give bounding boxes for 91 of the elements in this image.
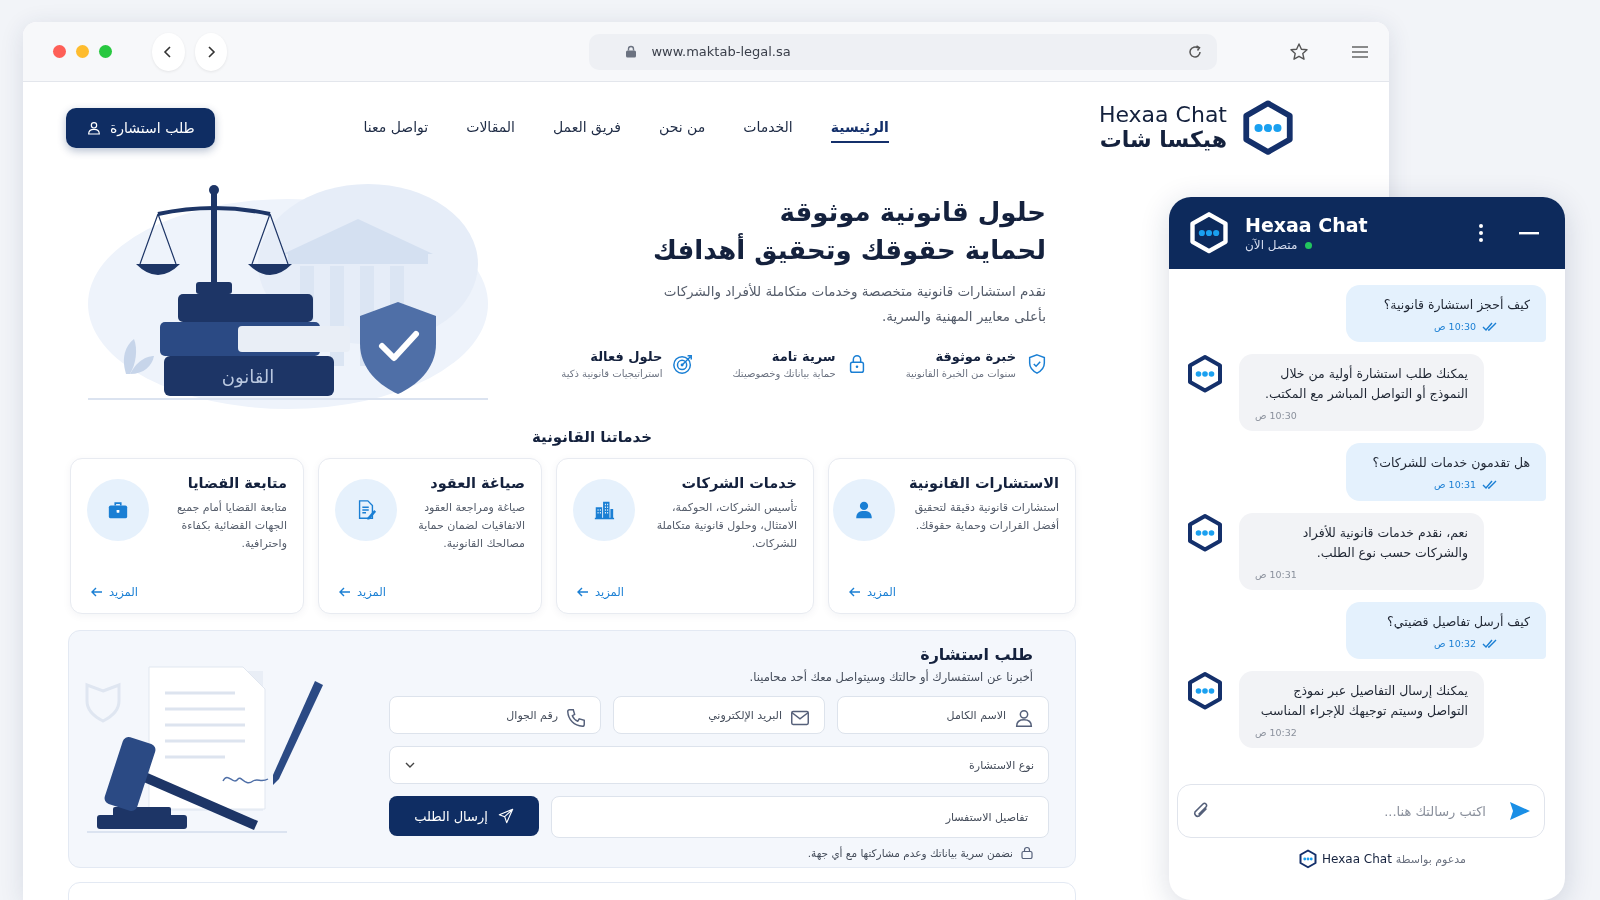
message-time: 10:30 ص (1434, 320, 1476, 334)
close-window-button[interactable] (53, 45, 66, 58)
hexagon-avatar-icon (1185, 670, 1225, 711)
more-link[interactable]: المزيد (335, 585, 390, 599)
feature-subtitle: حماية بياناتك وخصوصيتك (732, 368, 836, 380)
url-text: www.maktab-legal.sa (651, 44, 792, 59)
nav-link[interactable]: الخدمات (743, 113, 793, 143)
menu-icon[interactable] (1351, 44, 1369, 59)
person-icon (1013, 707, 1035, 729)
service-title: صياغة العقود (429, 475, 525, 491)
feature-subtitle: سنوات من الخبرة القانونية (905, 368, 1016, 380)
briefcase-icon (107, 499, 129, 521)
submit-button[interactable]: إرسال الطلب (389, 796, 539, 836)
hero-title: لحماية حقوقك وتحقيق أهدافك (653, 232, 1046, 268)
hexagon-logo-icon (1298, 849, 1318, 869)
message-input[interactable]: اكتب رسالتك هنا... (1177, 784, 1545, 838)
message-text: كيف أحجز استشارة قانونية؟ (1382, 295, 1530, 315)
logo-text: هيكسا شات (1099, 126, 1227, 154)
form-title: طلب استشارة (919, 645, 1034, 664)
arrow-icon (849, 587, 861, 597)
message-time: 10:30 ص (1255, 409, 1297, 424)
send-icon (497, 808, 514, 824)
person-icon (86, 120, 102, 136)
message-time: 10:32 ص (1255, 725, 1297, 740)
buildings-icon (593, 499, 615, 521)
back-button[interactable] (152, 32, 185, 71)
phone-icon (565, 707, 587, 729)
maximize-window-button[interactable] (99, 45, 112, 58)
forward-button[interactable] (194, 32, 228, 71)
form-subtitle: أخبرنا عن استفسارك أو حالتك وسيتواصل معك أحد محامينا. (748, 670, 1034, 684)
message-text: هل تقدمون خدمات للشركات؟ (1371, 454, 1530, 473)
chevron-down-icon (404, 761, 416, 769)
more-link[interactable]: المزيد (573, 585, 628, 599)
chat-status: متصل الآن (1245, 238, 1298, 252)
more-link[interactable]: المزيد (845, 585, 900, 599)
feature-title: سرية تامة (770, 349, 836, 365)
service-title: خدمات الشركات (680, 475, 797, 491)
message-time: 10:31 ص (1434, 478, 1476, 493)
feature-subtitle: استراتيجيات قانونية ذكية (561, 368, 663, 380)
message-time: 10:31 ص (1255, 567, 1297, 582)
chat-title: Hexaa Chat (1245, 214, 1369, 236)
more-link[interactable]: المزيد (87, 585, 142, 599)
feature-title: حلول فعالة (589, 349, 663, 365)
feature-title: خبرة موثوقة (934, 349, 1016, 365)
target-icon (672, 353, 695, 376)
minimize-icon (1519, 231, 1539, 235)
lock-icon (625, 45, 638, 58)
logo-text: Hexaa Chat (1098, 102, 1227, 127)
message-text: يمكنك إرسال التفاصيل عبر نموذج التواصل وسيتم توجيهك للإجراء المناسب (1259, 681, 1468, 721)
star-icon[interactable] (1289, 41, 1309, 62)
hero-description: نقدم استشارات قانونية متخصصة وخدمات متكاملة للأفراد والشركات بأعلى معايير المهنية والسرية. (662, 282, 1046, 327)
input-field[interactable]: تفاصيل الاستفسار (551, 796, 1049, 838)
input-field[interactable]: البريد الإلكتروني (613, 696, 825, 734)
hero-title: حلول قانونية موثوقة (779, 196, 1046, 230)
message-text: يمكنك طلب استشارة أولية من خلال النموذج أو التواصل المباشر مع المكتب. (1263, 364, 1468, 404)
nav-link[interactable]: الرئيسية (830, 113, 889, 143)
nav-link[interactable]: المقالات (466, 113, 515, 143)
arrow-icon (339, 587, 351, 597)
privacy-note: نضمن سرية بياناتك وعدم مشاركتها مع أي جهة. (807, 846, 1013, 859)
hexagon-avatar-icon (1185, 512, 1225, 553)
book-title: القانون (221, 366, 275, 387)
hexagon-logo-icon (1187, 211, 1231, 255)
arrow-icon (577, 587, 589, 597)
brand-name[interactable]: Hexaa Chat (1322, 852, 1392, 866)
service-description: استشارات قانونية دقيقة لتحقيق أفضل القرارات وحماية حقوقك. (913, 500, 1059, 535)
select-field[interactable]: نوع الاستشارة (389, 746, 1049, 784)
hexagon-avatar-icon (1185, 354, 1225, 395)
message-text: كيف أرسل تفاصيل قضيتي؟ (1386, 612, 1530, 632)
service-description: متابعة القضايا أمام جميع الجهات القضائية بكفاءة واحترافية. (175, 499, 287, 553)
consultation-button[interactable]: طلب استشارة (66, 108, 215, 148)
nav-link[interactable]: من نحن (659, 113, 706, 143)
lock-icon (1021, 846, 1033, 859)
service-title: متابعة القضايا (186, 475, 287, 491)
service-title: الاستشارات القانونية (908, 475, 1059, 491)
more-options-icon (1479, 224, 1483, 242)
service-description: صياغة ومراجعة العقود الاتفاقيات لضمان حماية مصالحك القانونية. (417, 500, 525, 553)
section-heading: خدماتنا القانونية (530, 428, 654, 446)
message-time: 10:32 ص (1434, 636, 1476, 651)
address-bar[interactable]: www.maktab-legal.sa (589, 33, 1217, 70)
input-field[interactable]: رقم الجوال (389, 696, 601, 734)
message-text: نعم، نقدم خدمات قانونية للأفراد والشركات حسب نوع الطلب. (1301, 523, 1468, 563)
reload-icon[interactable] (1187, 43, 1203, 60)
arrow-icon (91, 587, 103, 597)
nav-link[interactable]: فريق العمل (552, 113, 621, 143)
nav-link[interactable]: تواصل معنا (363, 113, 429, 143)
send-icon (1509, 801, 1531, 821)
input-field[interactable]: الاسم الكامل (837, 696, 1049, 734)
powered-by-text: مدعوم بواسطة (1395, 852, 1467, 866)
shield-check-icon (1026, 353, 1048, 376)
send-button[interactable] (1509, 801, 1531, 821)
service-description: تأسيس الشركات، الحوكمة، الامتثال، وحلول قانونية متكاملة للشركات. (655, 499, 797, 553)
